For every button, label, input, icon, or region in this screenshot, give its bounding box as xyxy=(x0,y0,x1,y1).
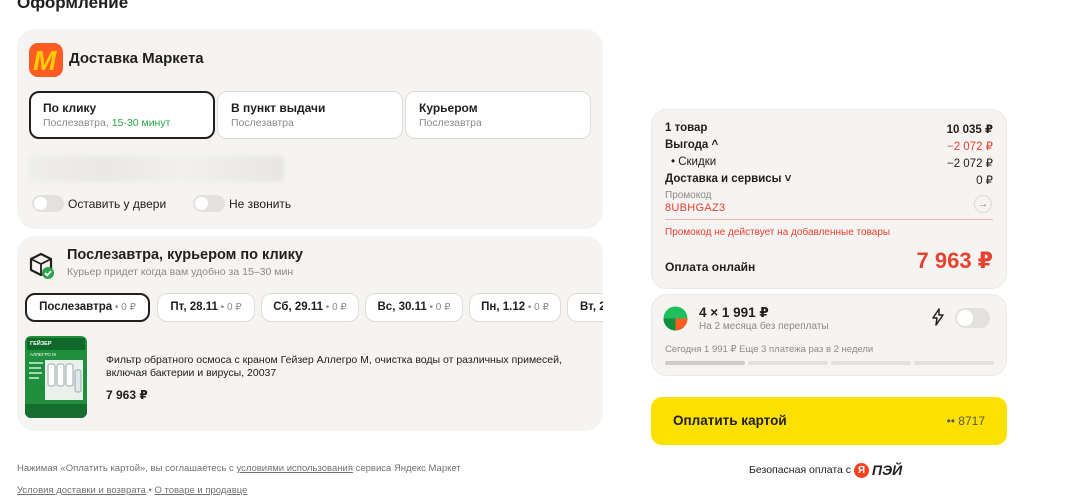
shipment-subtitle: Курьер придет когда вам удобно за 15–30 … xyxy=(67,266,294,278)
yandex-pay-logo: ПЭЙ xyxy=(872,462,903,478)
promo-code-input[interactable]: 8UBHGAZ3 xyxy=(665,202,725,214)
svg-text:ГЕЙЗЕР: ГЕЙЗЕР xyxy=(30,339,52,347)
product-price: 7 963 ₽ xyxy=(106,388,148,402)
market-logo-icon: M xyxy=(29,43,63,77)
promo-label: Промокод xyxy=(665,190,712,201)
split-subtitle: На 2 месяца без переплаты xyxy=(699,321,829,332)
order-summary: 1 товар 10 035 ₽ Выгода ^ −2 072 ₽ • Скидк… xyxy=(651,109,1007,289)
day-chip[interactable]: Пн, 1.12 • 0 ₽ xyxy=(469,293,561,322)
leave-at-door-label: Оставить у двери xyxy=(68,197,167,211)
shipment-card: Послезавтра, курьером по клику Курьер пр… xyxy=(17,236,603,431)
secure-payment: Безопасная оплата с Я ПЭЙ xyxy=(749,462,902,478)
summary-items-row: 1 товар 10 035 ₽ xyxy=(665,122,993,136)
no-call-label: Не звонить xyxy=(229,197,292,211)
option-sub: Послезавтра, 15-30 минут xyxy=(43,117,171,129)
day-chip[interactable]: Вс, 30.11 • 0 ₽ xyxy=(365,293,463,322)
redacted-address xyxy=(29,156,284,182)
product-image[interactable]: ГЕЙЗЕР АЛЛЕГРО М xyxy=(25,336,87,418)
split-payment-card: 4 × 1 991 ₽ На 2 месяца без переплаты Се… xyxy=(651,294,1007,376)
svg-text:АЛЛЕГРО М: АЛЛЕГРО М xyxy=(30,352,56,357)
option-label: Курьером xyxy=(419,101,478,115)
option-sub: Послезавтра xyxy=(231,117,294,129)
installment-segment xyxy=(665,361,745,365)
day-chip[interactable]: Послезавтра • 0 ₽ xyxy=(25,293,150,322)
day-chip[interactable]: Пт, 28.11 • 0 ₽ xyxy=(157,293,255,322)
leave-at-door-toggle[interactable] xyxy=(32,195,64,212)
delivery-option-pickup[interactable]: В пункт выдачи Послезавтра xyxy=(217,91,403,139)
yandex-logo-icon: Я xyxy=(854,462,870,478)
delivery-card: M Доставка Маркета По клику Послезавтра,… xyxy=(17,29,603,229)
product-name[interactable]: Фильтр обратного осмоса с краном Гейзер … xyxy=(106,354,576,380)
delivery-option-click[interactable]: По клику Послезавтра, 15-30 минут xyxy=(29,91,215,139)
option-label: По клику xyxy=(43,101,97,115)
promo-underline xyxy=(665,219,993,220)
installment-segment xyxy=(748,361,828,365)
split-schedule: Сегодня 1 991 ₽ Еще 3 платежа раз в 2 не… xyxy=(665,344,874,355)
pay-button-label: Оплатить картой xyxy=(673,413,787,428)
installment-segment xyxy=(831,361,911,365)
option-label: В пункт выдачи xyxy=(231,101,326,115)
no-call-toggle[interactable] xyxy=(193,195,225,212)
option-sub: Послезавтра xyxy=(419,117,482,129)
delivery-return-link[interactable]: Условия доставки и возврата xyxy=(17,485,146,496)
installment-segment xyxy=(914,361,994,365)
summary-delivery-row[interactable]: Доставка и сервисы ˅ 0 ₽ xyxy=(665,173,993,187)
order-total: 7 963 ₽ xyxy=(916,248,993,273)
seller-info-link[interactable]: О товаре и продавце xyxy=(154,485,247,496)
parcel-check-icon xyxy=(29,252,54,279)
day-chip[interactable]: Вт, 2 xyxy=(567,293,603,322)
day-chip[interactable]: Сб, 29.11 • 0 ₽ xyxy=(261,293,359,322)
page-title: Оформление xyxy=(17,0,129,12)
summary-discounts-row: • Скидки −2 072 ₽ xyxy=(671,156,993,170)
promo-error: Промокод не действует на добавленные тов… xyxy=(665,227,891,238)
shipment-title: Послезавтра, курьером по клику xyxy=(67,247,303,263)
split-toggle[interactable] xyxy=(955,308,990,328)
split-lightning-icon xyxy=(932,308,944,326)
secure-text: Безопасная оплата с xyxy=(749,464,852,476)
pay-by-card-button[interactable]: Оплатить картой •• 8717 xyxy=(651,397,1007,445)
summary-benefit-row[interactable]: Выгода ^ −2 072 ₽ xyxy=(665,139,993,153)
split-title: 4 × 1 991 ₽ xyxy=(699,305,769,320)
footer-links: Условия доставки и возврата • О товаре и… xyxy=(17,485,248,496)
terms-link[interactable]: условиями использования xyxy=(236,463,353,474)
delivery-option-courier[interactable]: Курьером Послезавтра xyxy=(405,91,591,139)
arrow-right-icon[interactable]: → xyxy=(974,195,992,213)
split-pie-icon xyxy=(663,306,688,331)
card-number: •• 8717 xyxy=(946,414,985,428)
delivery-title: Доставка Маркета xyxy=(69,50,204,67)
pay-online-label: Оплата онлайн xyxy=(665,260,756,274)
terms-text: Нажимая «Оплатить картой», вы соглашаете… xyxy=(17,463,461,474)
